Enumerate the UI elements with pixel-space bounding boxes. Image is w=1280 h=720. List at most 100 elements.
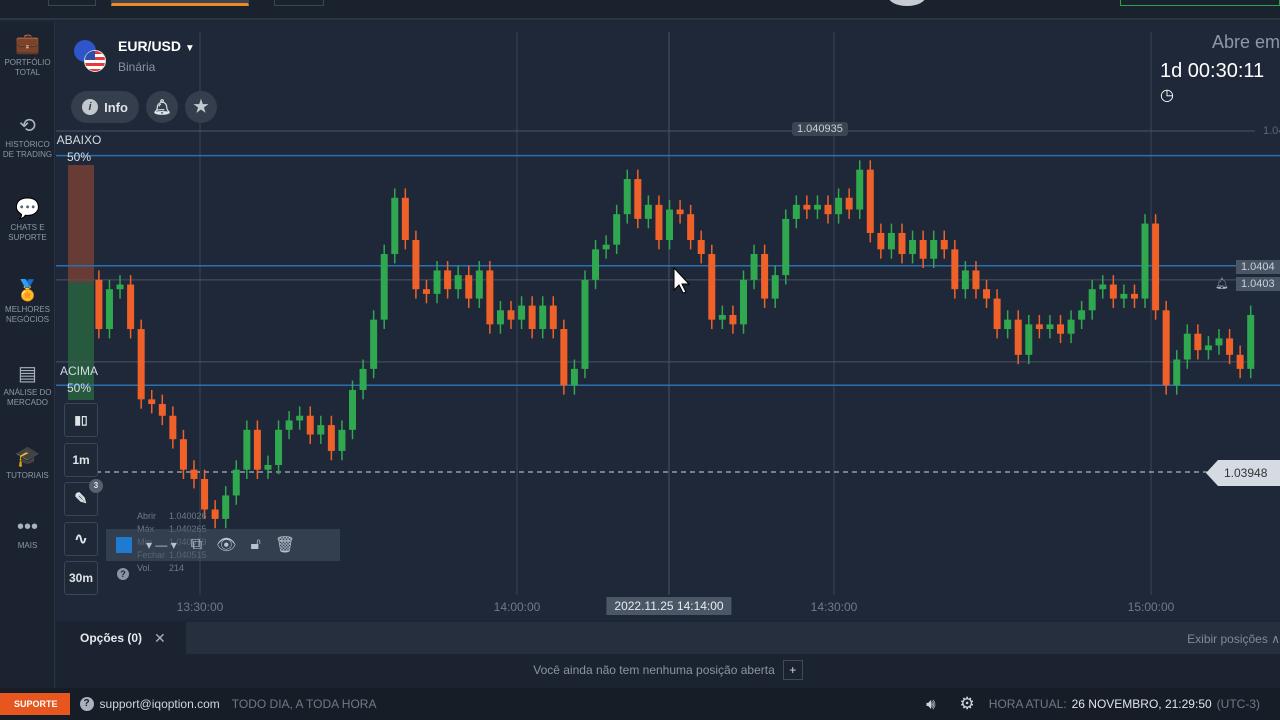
candle-body xyxy=(1226,338,1234,355)
candle-body xyxy=(444,270,452,290)
chevron-down-icon: ▼ xyxy=(184,43,195,54)
sidebar-item[interactable]: 🏅 MELHORES NEGÓCIOS xyxy=(0,279,55,325)
candle-body xyxy=(560,329,568,386)
level-price-label: 1.0403 xyxy=(1236,277,1280,291)
candle-body xyxy=(127,284,135,330)
more-icon: ••• xyxy=(16,516,38,538)
candle-body xyxy=(592,249,600,280)
candle-body xyxy=(1014,319,1022,355)
sidebar-item[interactable]: ••• MAIS xyxy=(0,515,55,551)
candle-body xyxy=(961,270,969,290)
add-position-button[interactable]: + xyxy=(782,660,803,680)
show-positions-label: Exibir posições xyxy=(1187,632,1268,646)
candle-body xyxy=(951,249,959,290)
candle-body xyxy=(1035,324,1043,330)
sidebar-item-label: CHATS E SUPORTE xyxy=(8,223,47,242)
chat-icon: 💬 xyxy=(15,198,40,220)
sidebar-item[interactable]: ▤ ANÁLISE DO MERCADO xyxy=(0,362,55,408)
candle-body xyxy=(1025,324,1033,355)
asset-selector[interactable]: EUR/USD ▼ Binária xyxy=(72,38,195,74)
ohlc-value: 1.040026 xyxy=(169,511,207,521)
drawing-tools-button[interactable]: ✎ 3 xyxy=(64,479,103,516)
candle-body xyxy=(1215,338,1223,346)
sidebar-item-label: MAIS xyxy=(17,541,38,550)
high-price-label: 1.040935 xyxy=(792,122,848,136)
interval-button[interactable]: 30m xyxy=(64,561,98,595)
sidebar-item[interactable]: 💼 PORTFÓLIO TOTAL xyxy=(0,32,55,78)
candle-body xyxy=(1236,354,1244,369)
indicators-button[interactable]: ∿ xyxy=(64,522,98,556)
candle-body xyxy=(518,305,526,320)
candle-body xyxy=(264,464,272,470)
favorite-button[interactable]: ★ xyxy=(185,91,217,123)
info-button[interactable]: i Info xyxy=(71,91,139,123)
sentiment-down: ABAIXO 50% xyxy=(54,133,104,164)
sentiment-up: ACIMA 50% xyxy=(54,364,104,395)
candle-body xyxy=(1088,289,1096,311)
candle-body xyxy=(940,239,948,250)
candle-body xyxy=(1130,293,1138,299)
axis-price-label: 1.04 xyxy=(1263,125,1280,137)
crosshair-time-label: 2022.11.25 14:14:00 xyxy=(606,597,732,615)
duplicate-icon[interactable]: ⧉ xyxy=(191,536,202,554)
time-tick: 14:30:00 xyxy=(810,600,858,614)
candle-body xyxy=(739,279,747,325)
time-tick: 14:00:00 xyxy=(493,600,541,614)
asset-name: EUR/USD xyxy=(118,38,182,54)
color-swatch[interactable] xyxy=(116,537,132,553)
sidebar-item[interactable]: 💬 CHATS E SUPORTE xyxy=(0,197,55,243)
alert-bell-icon[interactable]: 🔔︎ xyxy=(1215,277,1229,290)
candle-body xyxy=(201,479,209,510)
clock-icon: ◷ xyxy=(1160,87,1174,104)
candle-body xyxy=(370,319,378,369)
graduation-cap-icon: 🎓 xyxy=(15,446,40,468)
volume-icon[interactable]: 🔊︎ xyxy=(926,696,935,713)
eye-icon[interactable]: 👁︎ xyxy=(216,535,236,555)
ohlc-value: 214 xyxy=(169,563,185,573)
candle-body xyxy=(391,197,399,255)
candle-body xyxy=(729,314,737,325)
candle-body xyxy=(655,204,663,240)
candle-body xyxy=(349,389,357,430)
asset-type: Binária xyxy=(118,60,156,74)
countdown-timer: 1d 00:30:11 ◷ xyxy=(1160,60,1280,106)
sidebar-item[interactable]: ⟲ HISTÓRICO DE TRADING xyxy=(0,114,55,160)
candle-body xyxy=(116,284,124,290)
trash-icon[interactable]: 🗑︎ xyxy=(275,535,295,555)
current-price-label: 1.03948 xyxy=(1206,460,1280,486)
line-style-dropdown[interactable]: ▾ — ▾ xyxy=(146,538,177,552)
help-icon[interactable]: ? xyxy=(117,568,129,580)
candle-body xyxy=(528,305,536,330)
chart-type-button[interactable]: ▮▯ xyxy=(64,403,98,437)
bell-icon: 🔔︎ xyxy=(152,99,172,116)
alert-bell-button[interactable]: 🔔︎ xyxy=(146,91,178,123)
no-positions-message: Você ainda não tem nenhuma posição abert… xyxy=(533,663,775,677)
current-time-value: 26 NOVEMBRO, 21:29:50 xyxy=(1071,697,1212,711)
down-pct: 50% xyxy=(66,150,92,164)
sidebar-item-label: HISTÓRICO DE TRADING xyxy=(2,140,53,159)
briefcase-icon: 💼 xyxy=(15,33,40,55)
tab-options[interactable]: Opções (0) ✕ xyxy=(56,622,186,654)
candle-body xyxy=(1152,223,1160,311)
support-button[interactable]: SUPORTE xyxy=(0,693,70,715)
candle-body xyxy=(1099,284,1107,290)
support-email-link[interactable]: support@iqoption.com xyxy=(100,697,220,711)
candle-body xyxy=(1204,345,1212,351)
candle-body xyxy=(771,275,779,299)
time-tick: 13:30:00 xyxy=(176,600,224,614)
eur-usd-flags-icon xyxy=(72,38,108,74)
candle-body xyxy=(179,439,187,470)
sidebar-item[interactable]: 🎓 TUTORIAIS xyxy=(0,445,55,481)
unlock-icon[interactable]: 🔓︎ xyxy=(250,536,260,554)
timeframe-button[interactable]: 1m xyxy=(64,443,98,477)
candle-body xyxy=(433,270,441,294)
drawings-count-badge: 3 xyxy=(89,479,103,493)
ohlc-row: Vol. 214 xyxy=(137,562,201,575)
candle-body xyxy=(634,179,642,219)
candle-body xyxy=(1141,223,1149,299)
settings-gear-icon[interactable]: ⚙ xyxy=(960,694,975,714)
show-positions-button[interactable]: Exibir posições ∧ xyxy=(1187,632,1280,646)
history-icon: ⟲ xyxy=(19,115,36,137)
close-icon[interactable]: ✕ xyxy=(154,630,166,647)
sidebar: 💼 PORTFÓLIO TOTAL ⟲ HISTÓRICO DE TRADING 💬 CH… xyxy=(0,22,55,688)
